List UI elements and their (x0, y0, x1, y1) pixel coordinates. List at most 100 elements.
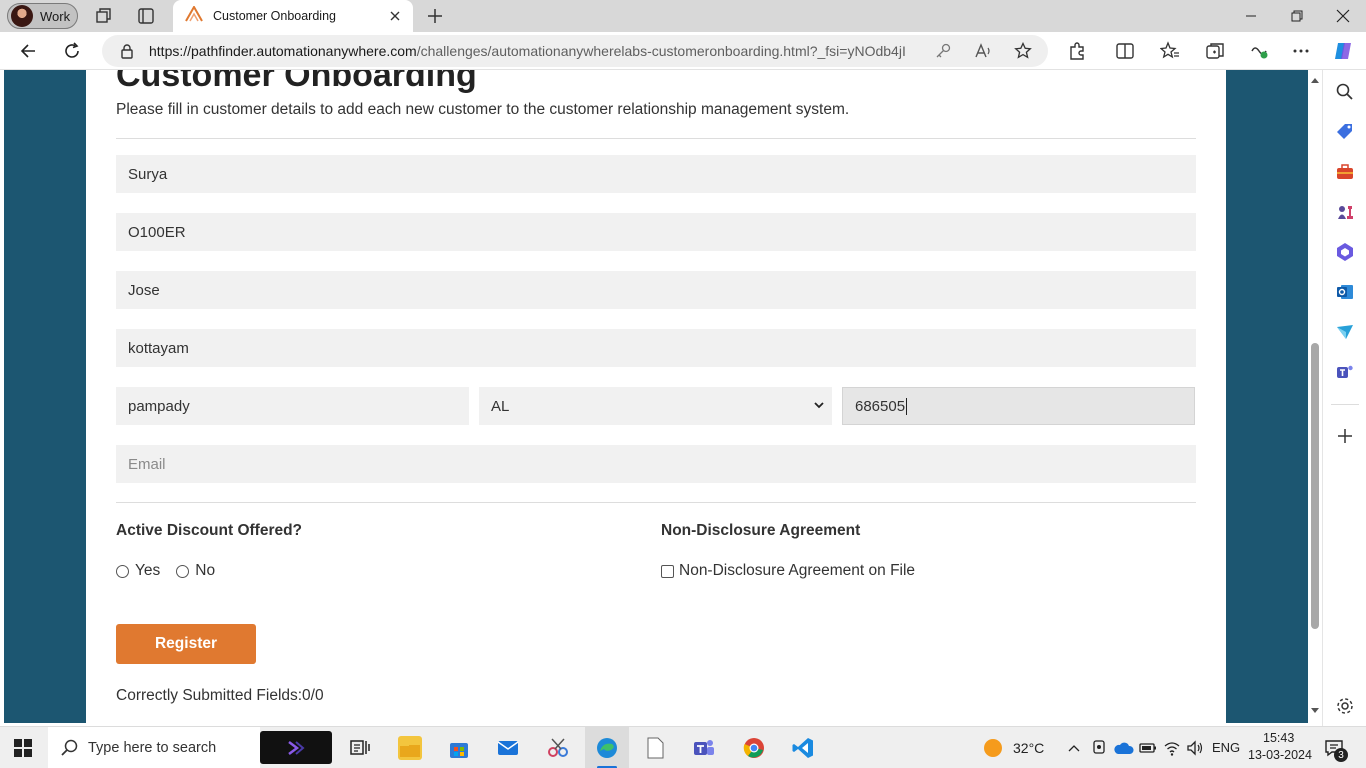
task-view-icon[interactable] (348, 736, 372, 760)
nda-checkbox-label[interactable]: Non-Disclosure Agreement on File (679, 562, 915, 580)
chrome-icon[interactable] (742, 736, 766, 760)
weather-sun-icon[interactable] (983, 738, 1003, 763)
taskbar-search-box[interactable]: Type here to search (48, 727, 260, 768)
primary-contact-field[interactable]: Jose (116, 271, 1196, 309)
nda-checkbox[interactable] (661, 564, 674, 578)
text-cursor (906, 397, 908, 415)
search-icon (60, 738, 80, 763)
tools-briefcase-icon[interactable] (1335, 162, 1355, 182)
scroll-thumb[interactable] (1311, 343, 1319, 629)
snipping-tool-icon[interactable] (546, 736, 570, 760)
avatar (11, 5, 33, 27)
onedrive-cloud-icon[interactable] (1114, 741, 1134, 760)
workspaces-icon[interactable] (94, 6, 114, 26)
meet-now-icon[interactable] (1091, 739, 1107, 762)
page-scrollbar[interactable] (1308, 70, 1322, 723)
profile-label: Work (40, 8, 71, 24)
discount-yes-radio[interactable] (116, 564, 129, 578)
discount-label: Active Discount Offered? (116, 522, 303, 539)
clock-date[interactable]: 13-03-2024 (1248, 748, 1312, 762)
restore-icon[interactable] (1274, 0, 1320, 32)
vscode-icon[interactable] (791, 736, 815, 760)
browser-essentials-icon[interactable] (1248, 40, 1270, 62)
chevron-up-icon[interactable] (1067, 741, 1081, 759)
email-field[interactable]: Email (116, 445, 1196, 483)
divider (116, 502, 1196, 503)
key-icon[interactable] (934, 42, 952, 60)
drop-send-icon[interactable] (1335, 322, 1355, 342)
close-window-icon[interactable] (1320, 0, 1366, 32)
discount-no-label[interactable]: No (195, 562, 215, 580)
language-indicator[interactable]: ENG (1212, 740, 1240, 755)
scroll-up-icon[interactable] (1310, 76, 1320, 84)
tab-customer-onboarding[interactable]: Customer Onboarding (173, 0, 413, 32)
discount-yes-label[interactable]: Yes (135, 562, 160, 580)
teams-icon[interactable] (692, 736, 716, 760)
microsoft-365-icon[interactable] (1335, 242, 1355, 262)
edge-sidebar (1322, 70, 1366, 726)
sidebar-divider (1331, 404, 1359, 405)
lock-icon[interactable] (118, 42, 136, 60)
search-highlight-widget[interactable] (260, 731, 332, 764)
submission-status: Correctly Submitted Fields:0/0 (116, 687, 324, 704)
discount-radio-group: Yes No (116, 562, 215, 580)
search-placeholder: Type here to search (88, 740, 217, 756)
add-icon[interactable] (1335, 426, 1355, 446)
new-tab-icon[interactable] (424, 5, 446, 27)
favorites-icon[interactable] (1159, 40, 1181, 62)
tab-actions-icon[interactable] (136, 6, 156, 26)
extensions-icon[interactable] (1066, 40, 1088, 62)
wifi-icon[interactable] (1163, 739, 1181, 762)
temperature[interactable]: 32°C (1013, 740, 1044, 756)
file-explorer-icon[interactable] (398, 736, 422, 760)
minimize-icon[interactable] (1228, 0, 1274, 32)
street-address-field[interactable]: kottayam (116, 329, 1196, 367)
form-container: Customer Onboarding Please fill in custo… (86, 70, 1226, 723)
windows-start-icon[interactable] (14, 739, 32, 762)
tab-close-icon[interactable] (387, 8, 403, 24)
read-aloud-icon[interactable] (974, 42, 992, 60)
copilot-icon[interactable] (1332, 40, 1354, 62)
battery-icon[interactable] (1139, 741, 1157, 760)
gear-icon[interactable] (1335, 696, 1355, 716)
teams-icon[interactable] (1335, 362, 1355, 382)
split-screen-icon[interactable] (1114, 40, 1136, 62)
nda-checkbox-row: Non-Disclosure Agreement on File (661, 562, 915, 580)
outlook-icon[interactable] (1335, 282, 1355, 302)
search-icon[interactable] (1335, 82, 1355, 102)
scroll-down-icon[interactable] (1310, 707, 1320, 715)
collections-icon[interactable] (1204, 40, 1226, 62)
notepad-icon[interactable] (643, 736, 667, 760)
clock-time[interactable]: 15:43 (1263, 731, 1294, 745)
favorite-star-icon[interactable] (1014, 41, 1032, 60)
state-select[interactable]: AL (479, 387, 832, 425)
url-host: https://pathfinder.automationanywhere.co… (149, 43, 417, 59)
register-button[interactable]: Register (116, 624, 256, 664)
state-select-value: AL (491, 397, 510, 415)
games-chess-icon[interactable] (1335, 202, 1355, 222)
windows-taskbar: Type here to search 32°C ENG 15:43 13-03… (0, 726, 1366, 768)
address-bar[interactable]: https://pathfinder.automationanywhere.co… (102, 35, 1048, 67)
page-description: Please fill in customer details to add e… (116, 101, 850, 118)
nda-label: Non-Disclosure Agreement (661, 522, 861, 539)
profile-button[interactable]: Work (7, 3, 78, 29)
settings-more-icon[interactable] (1290, 40, 1312, 62)
refresh-icon[interactable] (61, 40, 83, 62)
zip-field-value: 686505 (855, 397, 906, 415)
customer-name-field[interactable]: Surya (116, 155, 1196, 193)
browser-toolbar: https://pathfinder.automationanywhere.co… (0, 32, 1366, 70)
volume-icon[interactable] (1186, 739, 1204, 762)
customer-id-field[interactable]: O100ER (116, 213, 1196, 251)
city-field[interactable]: pampady (116, 387, 469, 425)
zip-field[interactable]: 686505 (842, 387, 1195, 425)
back-arrow-icon[interactable] (17, 40, 39, 62)
shopping-tag-icon[interactable] (1335, 122, 1355, 142)
page-background: Customer Onboarding Please fill in custo… (4, 70, 1308, 723)
page-title: Customer Onboarding (116, 70, 477, 94)
automation-anywhere-logo-icon (185, 4, 203, 27)
url-path: /challenges/automationanywherelabs-custo… (416, 43, 906, 59)
microsoft-store-icon[interactable] (447, 736, 471, 760)
taskbar-active-app[interactable] (585, 727, 629, 768)
discount-no-radio[interactable] (176, 564, 190, 578)
mail-icon[interactable] (496, 736, 520, 760)
